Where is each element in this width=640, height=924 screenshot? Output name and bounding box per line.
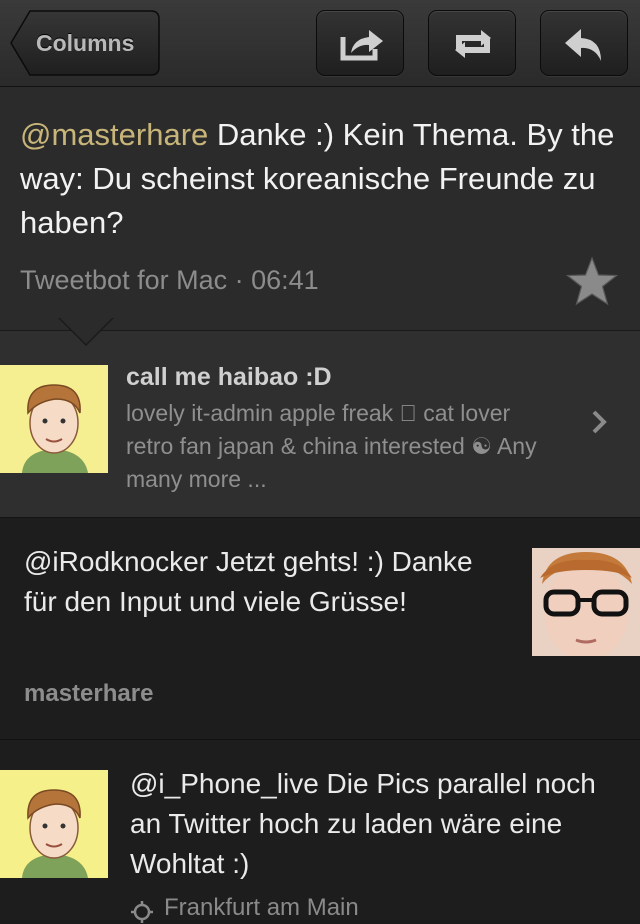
tweet-detail: @masterhare Danke :) Kein Thema. By the … xyxy=(0,87,640,330)
tweet-meta: Tweetbot for Mac · 06:41 xyxy=(20,265,319,295)
share-icon xyxy=(340,30,383,61)
star-icon[interactable] xyxy=(564,255,620,311)
author-row[interactable]: call me haibao :D lovely it-admin apple … xyxy=(0,330,640,518)
detail-pointer xyxy=(60,318,112,344)
tweet-row-avatar[interactable] xyxy=(0,770,108,878)
retweet-button[interactable] xyxy=(428,10,516,76)
location-icon xyxy=(131,901,153,923)
share-button[interactable] xyxy=(316,10,404,76)
reply-button[interactable] xyxy=(540,10,628,76)
author-bio: lovely it-admin apple freak  cat lover … xyxy=(126,400,546,492)
columns-back-button[interactable]: Columns xyxy=(10,10,160,76)
reply-icon xyxy=(565,29,601,61)
tweet-mention[interactable]: @masterhare xyxy=(20,117,208,152)
back-button-label: Columns xyxy=(36,30,135,56)
tweet-row-user[interactable]: masterhare xyxy=(24,680,153,708)
tweet-row-text: @i_Phone_live Die Pics parallel noch an … xyxy=(130,768,596,879)
tweet-row-avatar[interactable] xyxy=(532,548,640,656)
tweet-row-location: Frankfurt am Main xyxy=(164,894,359,921)
timeline-row[interactable]: @i_Phone_live Die Pics parallel noch an … xyxy=(0,740,640,923)
chevron-right-icon xyxy=(592,410,607,434)
author-avatar xyxy=(0,365,108,473)
retweet-icon xyxy=(455,30,491,58)
tweet-text: @masterhare Danke :) Kein Thema. By the … xyxy=(20,113,624,245)
author-name: call me haibao :D xyxy=(126,363,332,391)
top-bar: Columns xyxy=(0,0,640,87)
tweet-row-text: @iRodknocker Jetzt gehts! :) Danke für d… xyxy=(24,546,473,617)
timeline-row[interactable]: @iRodknocker Jetzt gehts! :) Danke für d… xyxy=(0,518,640,740)
